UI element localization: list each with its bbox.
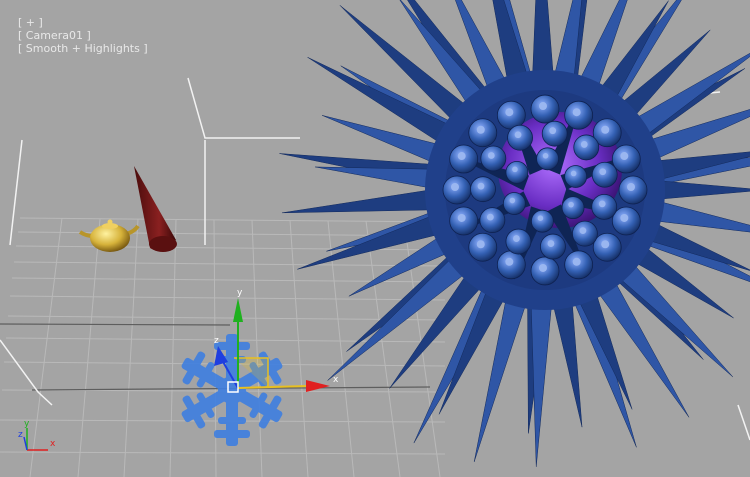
urchin-teapot bbox=[592, 232, 622, 262]
snowflake-object[interactable] bbox=[175, 334, 290, 446]
urchin-teapot bbox=[480, 145, 507, 172]
urchin-teapot bbox=[505, 228, 532, 255]
urchin-teapot bbox=[530, 94, 560, 124]
urchin-teapot bbox=[479, 207, 506, 234]
urchin-teapot bbox=[564, 100, 594, 130]
urchin-teapot bbox=[572, 220, 598, 247]
viewport-scene[interactable]: y x z x y z bbox=[0, 0, 750, 477]
red-cone-object[interactable] bbox=[134, 166, 177, 252]
urchin-teapot bbox=[611, 206, 641, 236]
urchin-teapot bbox=[536, 147, 559, 171]
camera-viewport[interactable]: y x z x y z [ + ] [ Camera01 ] [ Smooth … bbox=[0, 0, 750, 477]
gizmo-y-arrow[interactable] bbox=[233, 298, 243, 322]
urchin-teapot bbox=[502, 192, 526, 215]
tripod-y-label: y bbox=[24, 419, 30, 429]
viewport-camera-button[interactable]: [ Camera01 ] bbox=[18, 29, 91, 42]
tripod-z-label: z bbox=[18, 430, 23, 440]
urchin-teapot bbox=[541, 120, 568, 147]
urchin-teapot bbox=[507, 124, 533, 151]
urchin-teapot bbox=[540, 233, 566, 260]
gizmo-x-label: x bbox=[333, 375, 339, 385]
urchin-teapot bbox=[591, 161, 618, 188]
gizmo-x-arrow[interactable] bbox=[306, 380, 330, 392]
viewport-label: [ + ] [ Camera01 ] [ Smooth + Highlights… bbox=[4, 3, 148, 68]
urchin-teapot bbox=[618, 175, 648, 205]
urchin-teapot bbox=[564, 250, 594, 280]
urchin-teapot bbox=[470, 176, 496, 203]
viewport-shading-button[interactable]: [ Smooth + Highlights ] bbox=[18, 42, 148, 55]
urchin-teapot bbox=[561, 196, 585, 220]
spiky-sphere-object[interactable] bbox=[279, 0, 750, 467]
urchin-teapot bbox=[505, 160, 529, 184]
urchin-teapot bbox=[573, 134, 600, 161]
gizmo-y-label: y bbox=[237, 288, 243, 298]
urchin-teapot bbox=[449, 206, 479, 236]
gizmo-z-label: z bbox=[214, 336, 219, 346]
urchin-teapot bbox=[449, 144, 479, 174]
tripod-x-label: x bbox=[50, 439, 56, 449]
urchin-teapot bbox=[468, 118, 498, 148]
urchin-teapot bbox=[468, 232, 498, 262]
viewport-menu-button[interactable]: [ + ] bbox=[18, 16, 43, 29]
urchin-teapot bbox=[531, 209, 554, 233]
urchin-teapot bbox=[611, 144, 641, 174]
urchin-teapot bbox=[496, 250, 526, 280]
urchin-teapot bbox=[530, 256, 560, 286]
urchin-teapot bbox=[442, 175, 472, 205]
urchin-teapot bbox=[564, 165, 588, 188]
urchin-teapot bbox=[591, 193, 618, 220]
